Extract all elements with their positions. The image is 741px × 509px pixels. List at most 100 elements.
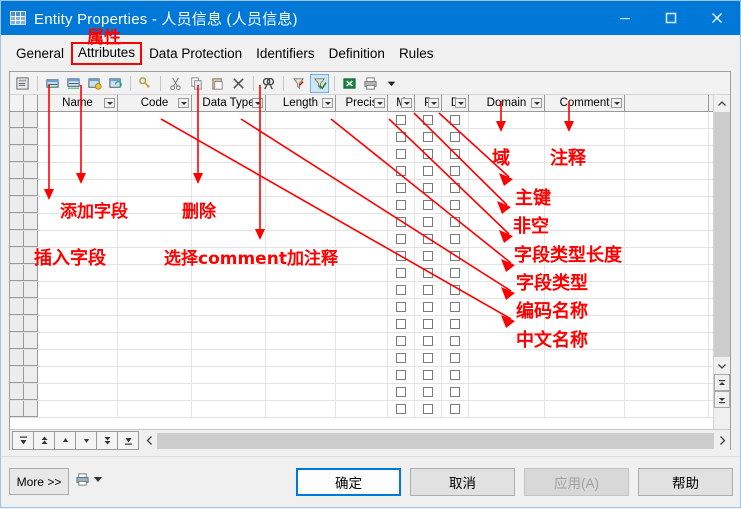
table-cell[interactable] xyxy=(545,112,625,128)
table-cell[interactable] xyxy=(469,282,545,298)
table-cell[interactable] xyxy=(38,129,118,145)
table-cell[interactable] xyxy=(625,316,709,332)
table-cell[interactable] xyxy=(336,265,388,281)
checkbox[interactable] xyxy=(450,251,460,261)
table-cell[interactable] xyxy=(118,180,192,196)
table-cell[interactable] xyxy=(442,231,469,247)
table-cell[interactable] xyxy=(266,248,336,264)
column-filter-dropdown-icon[interactable] xyxy=(178,98,189,108)
checkbox[interactable] xyxy=(396,234,406,244)
table-cell[interactable] xyxy=(336,197,388,213)
table-row[interactable] xyxy=(10,350,713,367)
table-cell[interactable] xyxy=(442,265,469,281)
table-cell[interactable] xyxy=(336,214,388,230)
table-cell[interactable] xyxy=(266,316,336,332)
tab-attributes[interactable]: Attributes xyxy=(71,42,143,65)
table-cell[interactable] xyxy=(469,299,545,315)
table-cell[interactable] xyxy=(545,367,625,383)
table-cell[interactable] xyxy=(442,299,469,315)
vertical-scrollbar[interactable] xyxy=(713,95,730,451)
checkbox[interactable] xyxy=(423,217,433,227)
table-cell[interactable] xyxy=(388,180,415,196)
tab-identifiers[interactable]: Identifiers xyxy=(249,44,322,65)
move-top-icon[interactable] xyxy=(12,431,34,450)
row-header-cell[interactable] xyxy=(24,316,38,332)
table-cell[interactable] xyxy=(442,333,469,349)
checkbox[interactable] xyxy=(396,404,406,414)
checkbox[interactable] xyxy=(423,387,433,397)
table-cell[interactable] xyxy=(469,214,545,230)
table-cell[interactable] xyxy=(266,197,336,213)
checkbox[interactable] xyxy=(423,370,433,380)
table-cell[interactable] xyxy=(266,129,336,145)
table-cell[interactable] xyxy=(415,333,442,349)
table-cell[interactable] xyxy=(336,163,388,179)
checkbox[interactable] xyxy=(396,149,406,159)
table-cell[interactable] xyxy=(415,231,442,247)
table-cell[interactable] xyxy=(442,384,469,400)
table-cell[interactable] xyxy=(388,197,415,213)
checkbox[interactable] xyxy=(423,183,433,193)
checkbox[interactable] xyxy=(423,166,433,176)
table-cell[interactable] xyxy=(38,214,118,230)
table-cell[interactable] xyxy=(415,282,442,298)
table-cell[interactable] xyxy=(118,146,192,162)
table-cell[interactable] xyxy=(38,163,118,179)
checkbox[interactable] xyxy=(423,234,433,244)
column-filter-dropdown-icon[interactable] xyxy=(252,98,263,108)
row-header-cell[interactable] xyxy=(24,265,38,281)
table-cell[interactable] xyxy=(118,350,192,366)
checkbox[interactable] xyxy=(396,251,406,261)
table-cell[interactable] xyxy=(336,231,388,247)
table-cell[interactable] xyxy=(118,163,192,179)
table-cell[interactable] xyxy=(38,316,118,332)
checkbox[interactable] xyxy=(450,132,460,142)
row-header-cell[interactable] xyxy=(10,401,24,417)
table-cell[interactable] xyxy=(625,384,709,400)
table-row[interactable] xyxy=(10,129,713,146)
row-header-cell[interactable] xyxy=(24,384,38,400)
row-header-cell[interactable] xyxy=(24,299,38,315)
table-row[interactable] xyxy=(10,299,713,316)
column-filter-dropdown-icon[interactable] xyxy=(104,98,115,108)
chevron-left-icon[interactable] xyxy=(141,431,157,450)
table-cell[interactable] xyxy=(38,401,118,417)
table-cell[interactable] xyxy=(625,248,709,264)
checkbox[interactable] xyxy=(423,268,433,278)
table-cell[interactable] xyxy=(442,197,469,213)
table-cell[interactable] xyxy=(442,146,469,162)
table-cell[interactable] xyxy=(415,112,442,128)
table-cell[interactable] xyxy=(388,316,415,332)
chevron-up-icon[interactable] xyxy=(714,95,730,112)
row-header-cell[interactable] xyxy=(10,367,24,383)
table-cell[interactable] xyxy=(266,180,336,196)
table-cell[interactable] xyxy=(415,350,442,366)
more-button[interactable]: More >> xyxy=(9,468,69,495)
table-row[interactable] xyxy=(10,112,713,129)
checkbox[interactable] xyxy=(396,115,406,125)
tab-rules[interactable]: Rules xyxy=(392,44,441,65)
table-cell[interactable] xyxy=(336,282,388,298)
checkbox[interactable] xyxy=(450,234,460,244)
table-cell[interactable] xyxy=(336,146,388,162)
table-cell[interactable] xyxy=(192,299,266,315)
table-cell[interactable] xyxy=(388,163,415,179)
table-cell[interactable] xyxy=(545,282,625,298)
table-row[interactable] xyxy=(10,214,713,231)
print-icon[interactable] xyxy=(361,74,380,93)
table-cell[interactable] xyxy=(336,384,388,400)
checkbox[interactable] xyxy=(396,200,406,210)
checkbox[interactable] xyxy=(396,268,406,278)
row-header-cell[interactable] xyxy=(24,129,38,145)
checkbox[interactable] xyxy=(423,285,433,295)
row-header-cell[interactable] xyxy=(24,248,38,264)
table-cell[interactable] xyxy=(192,265,266,281)
row-header-cell[interactable] xyxy=(10,384,24,400)
table-cell[interactable] xyxy=(415,265,442,281)
table-cell[interactable] xyxy=(336,248,388,264)
table-cell[interactable] xyxy=(415,384,442,400)
table-cell[interactable] xyxy=(38,112,118,128)
caret-down-icon[interactable] xyxy=(94,477,102,482)
table-cell[interactable] xyxy=(336,129,388,145)
table-cell[interactable] xyxy=(625,112,709,128)
